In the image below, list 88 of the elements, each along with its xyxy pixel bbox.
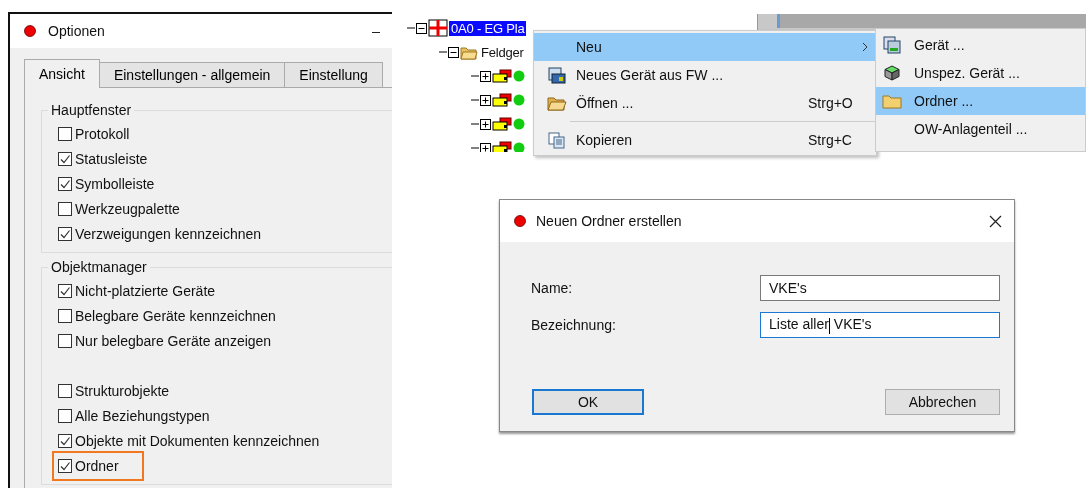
checkbox[interactable] xyxy=(58,458,72,473)
status-dot-icon xyxy=(513,94,525,106)
checkbox[interactable] xyxy=(58,283,72,298)
menu-item-label: Ordner ... xyxy=(914,93,975,109)
plus-box-icon[interactable] xyxy=(480,70,491,82)
minus-box-icon[interactable] xyxy=(416,22,427,34)
checkbox[interactable] xyxy=(58,126,72,141)
dialog-button[interactable]: OK xyxy=(532,389,644,415)
menu-item[interactable]: Gerät ... xyxy=(876,31,1085,59)
checkbox-label: Protokoll xyxy=(75,125,130,142)
checkbox-label: Werkzeugpalette xyxy=(75,200,180,217)
tree-line xyxy=(407,27,415,29)
checkbox-label: Strukturobjekte xyxy=(75,382,170,399)
menu-item-label: Neues Gerät aus FW ... xyxy=(576,67,725,83)
status-icon xyxy=(24,25,36,37)
menu-item[interactable]: Neu xyxy=(534,33,876,61)
tab[interactable]: Ansicht xyxy=(24,59,100,88)
menu-item[interactable]: Kopieren Strg+C xyxy=(534,126,876,154)
checkbox[interactable] xyxy=(58,433,72,448)
input-field[interactable]: VKE's xyxy=(760,275,1000,301)
device-icon xyxy=(492,69,512,83)
status-dot-icon xyxy=(513,70,525,82)
checkbox[interactable] xyxy=(58,151,72,166)
tree-item-label[interactable]: Feldger xyxy=(479,44,526,60)
structure-icon xyxy=(428,19,448,37)
copy-icon xyxy=(548,131,566,149)
field-label: Name: xyxy=(531,280,573,296)
folder-icon xyxy=(460,44,478,60)
checkbox-label: Symbolleiste xyxy=(75,175,155,192)
tab[interactable]: Einstellung xyxy=(284,62,383,88)
tab[interactable]: Einstellungen - allgemein xyxy=(98,62,286,88)
checkbox[interactable] xyxy=(58,201,72,216)
device-icon xyxy=(492,93,512,107)
status-dot-icon xyxy=(513,118,525,130)
group-title: Objektmanager xyxy=(48,259,150,275)
shortcut-label: Strg+C xyxy=(808,132,853,148)
checkbox-label: Objekte mit Dokumenten kennzeichnen xyxy=(75,432,320,449)
tree-item-label[interactable]: 0A0 - EG Pla xyxy=(449,20,527,36)
checkbox[interactable] xyxy=(58,176,72,191)
menu-item[interactable]: Neues Gerät aus FW ... xyxy=(534,61,876,89)
shortcut-label: Strg+O xyxy=(808,95,854,111)
menu-item[interactable]: Öffnen ... Strg+O xyxy=(534,89,876,117)
checkbox-label: Belegbare Geräte kennzeichnen xyxy=(75,307,276,324)
menu-item-label: Unspez. Gerät ... xyxy=(914,65,1021,81)
folder-icon xyxy=(547,95,567,111)
device-icon xyxy=(882,35,902,55)
input-field[interactable]: Liste aller VKE's xyxy=(760,312,1000,338)
checkbox-label: Verzweigungen kennzeichnen xyxy=(75,225,262,242)
plus-box-icon[interactable] xyxy=(480,94,491,106)
dialog-title: Neuen Ordner erstellen xyxy=(536,213,683,229)
status-icon xyxy=(514,215,526,227)
checkbox[interactable] xyxy=(58,226,72,241)
menu-item-label: Neu xyxy=(576,39,603,55)
checkbox-label: Nur belegbare Geräte anzeigen xyxy=(75,332,272,349)
folder-icon xyxy=(882,93,902,109)
minus-box-icon[interactable] xyxy=(448,46,459,58)
window-title: Optionen xyxy=(48,23,106,39)
menu-item[interactable]: Unspez. Gerät ... xyxy=(876,59,1085,87)
menu-item[interactable]: OW-Anlagenteil ... xyxy=(876,115,1085,143)
menu-item-label: Gerät ... xyxy=(914,37,966,53)
tree-line xyxy=(471,123,479,125)
device-icon xyxy=(492,117,512,131)
checkbox-label: Statusleiste xyxy=(75,150,148,167)
tree-line xyxy=(471,99,479,101)
cube-icon xyxy=(883,64,901,82)
checkbox-label: Nicht-platzierte Geräte xyxy=(75,282,216,299)
menu-item-label: Kopieren xyxy=(576,132,634,148)
plus-box-icon[interactable] xyxy=(480,142,491,152)
device-icon xyxy=(492,141,512,152)
tree-line xyxy=(471,147,479,149)
plus-box-icon[interactable] xyxy=(480,118,491,130)
device-download-icon xyxy=(547,66,567,84)
tree-line xyxy=(471,75,479,77)
minimize-icon[interactable] xyxy=(372,31,380,33)
checkbox[interactable] xyxy=(58,333,72,348)
menu-item-label: OW-Anlagenteil ... xyxy=(914,121,1029,137)
checkbox-label: Alle Beziehungstypen xyxy=(75,407,210,424)
checkbox[interactable] xyxy=(58,308,72,323)
checkbox[interactable] xyxy=(58,408,72,423)
group-title: Hauptfenster xyxy=(48,102,135,118)
tree-line xyxy=(439,51,447,53)
dialog-button[interactable]: Abbrechen xyxy=(885,389,1000,415)
close-icon[interactable] xyxy=(989,214,1002,228)
menu-item-label: Öffnen ... xyxy=(576,95,635,111)
field-label: Bezeichnung: xyxy=(531,317,616,333)
checkbox-label: Ordner xyxy=(75,457,119,474)
menu-item[interactable]: Ordner ... xyxy=(876,87,1085,115)
checkbox[interactable] xyxy=(58,383,72,398)
